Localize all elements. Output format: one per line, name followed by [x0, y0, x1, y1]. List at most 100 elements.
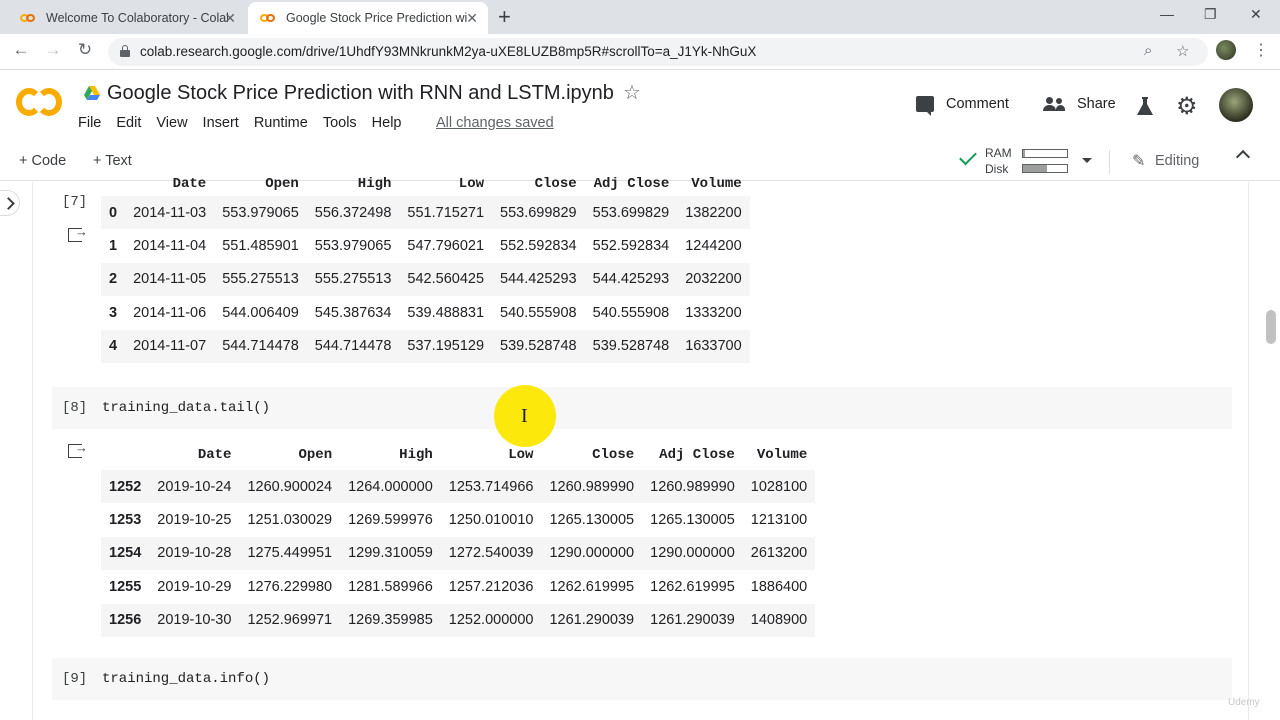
- menu-view[interactable]: View: [156, 115, 187, 135]
- window-close-icon[interactable]: ✕: [1250, 6, 1262, 23]
- menu-edit[interactable]: Edit: [116, 115, 141, 135]
- table-cell: 552.592834: [500, 238, 577, 255]
- table-row: 1256 2019-10-30 1252.969971 1269.359985 1252…: [101, 603, 816, 637]
- scrollbar-thumb[interactable]: [1266, 310, 1276, 344]
- output-icon[interactable]: [68, 440, 88, 458]
- menu-file[interactable]: File: [78, 115, 101, 135]
- share-button[interactable]: Share: [1043, 96, 1116, 112]
- ram-usage-bar[interactable]: [1022, 149, 1068, 158]
- flask-icon[interactable]: [1137, 97, 1153, 115]
- account-avatar[interactable]: [1219, 88, 1253, 122]
- disk-label: Disk: [985, 162, 1009, 176]
- table-cell: 1262.619995: [549, 578, 635, 595]
- new-tab-icon[interactable]: +: [498, 4, 511, 30]
- colab-logo[interactable]: [16, 88, 62, 116]
- table-cell: 1257.212036: [448, 578, 534, 595]
- tab-label: Welcome To Colaboratory - Colab: [46, 11, 228, 25]
- column-header: Date: [197, 447, 232, 463]
- table-row: 1252 2019-10-24 1260.900024 1264.000000 1253…: [101, 470, 816, 504]
- table-cell: 1251.030029: [247, 512, 333, 529]
- menu-runtime[interactable]: Runtime: [254, 115, 308, 135]
- cell-8-output-table: Date Open High Low Close Adj Close Volume 1252…: [101, 440, 816, 637]
- table-cell: 1252.969971: [239, 603, 341, 637]
- add-code-button[interactable]: + Code: [19, 153, 66, 169]
- cell-9-code[interactable]: training_data.info(): [102, 671, 270, 687]
- table-cell: 1408900: [742, 603, 816, 637]
- table-cell: 537.195129: [399, 329, 493, 363]
- comment-label: Comment: [946, 96, 1009, 112]
- output-icon[interactable]: [68, 224, 88, 242]
- browser-menu-icon[interactable]: ⋮: [1253, 40, 1269, 60]
- comment-button[interactable]: Comment: [916, 96, 1009, 116]
- address-bar[interactable]: colab.research.google.com/drive/1UhdfY93…: [108, 38, 1208, 66]
- cell-7-output-table: Date Open High Low Close Adj Close Volume 0 201…: [101, 172, 750, 363]
- close-tab-icon[interactable]: ✕: [224, 10, 236, 27]
- reload-icon[interactable]: ↻: [74, 40, 96, 60]
- row-index: 0: [101, 196, 126, 230]
- table-row: 0 2014-11-03 553.979065 556.372498 551.71527…: [101, 196, 750, 230]
- colab-favicon-icon: [260, 10, 276, 26]
- table-row: 1253 2019-10-25 1251.030029 1269.599976 1250…: [101, 503, 815, 536]
- table-cell: 1333200: [685, 304, 742, 321]
- settings-gear-icon[interactable]: ⚙: [1176, 92, 1198, 121]
- column-header: Close: [592, 447, 635, 463]
- close-tab-icon[interactable]: ✕: [466, 10, 478, 27]
- table-cell: 544.425293: [584, 262, 678, 297]
- bookmark-star-icon[interactable]: ☆: [1176, 42, 1189, 60]
- row-index: 4: [101, 329, 126, 363]
- browser-tab-notebook[interactable]: Google Stock Price Prediction wi ✕: [248, 2, 488, 34]
- column-header: Open: [298, 447, 333, 463]
- row-index: 1253: [109, 512, 142, 529]
- back-icon[interactable]: ←: [10, 40, 32, 60]
- menu-help[interactable]: Help: [372, 115, 402, 135]
- table-row: 1255 2019-10-29 1276.229980 1281.589966 1257…: [101, 570, 815, 603]
- table-cell: 542.560425: [399, 262, 493, 297]
- table-cell: 2014-11-04: [133, 238, 207, 255]
- table-cell: 544.425293: [492, 262, 585, 297]
- table-cell: 2613200: [742, 536, 816, 571]
- zoom-icon[interactable]: ⌕: [1144, 42, 1152, 59]
- table-cell: 2019-10-25: [157, 512, 232, 529]
- google-drive-icon: [84, 86, 100, 100]
- ram-label: RAM: [985, 146, 1012, 160]
- notebook-left-border: [32, 182, 33, 720]
- browser-tab-welcome[interactable]: Welcome To Colaboratory - Colab ✕: [8, 2, 246, 34]
- table-cell: 2019-10-28: [149, 536, 240, 571]
- tab-label: Google Stock Price Prediction wi: [286, 11, 468, 25]
- table-cell: 552.592834: [592, 238, 670, 255]
- profile-avatar[interactable]: [1216, 40, 1236, 60]
- column-header: Adj Close: [659, 447, 735, 463]
- url-text[interactable]: colab.research.google.com/drive/1UhdfY93…: [140, 44, 756, 59]
- table-row: 1 2014-11-04 551.485901 553.979065 547.79602…: [101, 229, 750, 262]
- add-text-button[interactable]: + Text: [93, 153, 132, 169]
- toolbar-divider: [1109, 150, 1110, 174]
- pencil-icon: ✎: [1132, 153, 1146, 170]
- column-header: Volume: [756, 447, 808, 463]
- table-cell: 1252.000000: [440, 603, 542, 637]
- table-cell: 540.555908: [500, 304, 577, 321]
- runtime-dropdown-icon[interactable]: [1082, 158, 1092, 163]
- table-cell: 1261.290039: [541, 603, 643, 637]
- cell-8-code[interactable]: training_data.tail(): [102, 400, 270, 416]
- table-cell: 545.387634: [314, 304, 392, 321]
- star-icon[interactable]: ☆: [623, 80, 641, 105]
- disk-usage-bar[interactable]: [1022, 164, 1068, 173]
- table-cell: 1281.589966: [348, 578, 433, 595]
- notebook-title[interactable]: Google Stock Price Prediction with RNN a…: [107, 82, 614, 105]
- column-header: High: [357, 176, 392, 192]
- menu-insert[interactable]: Insert: [203, 115, 239, 135]
- menu-tools[interactable]: Tools: [323, 115, 357, 135]
- sidebar-toggle-icon[interactable]: [0, 190, 20, 216]
- minimize-icon[interactable]: —: [1160, 6, 1174, 22]
- save-status[interactable]: All changes saved: [436, 115, 554, 131]
- table-cell: 1213100: [750, 512, 808, 529]
- table-cell: 1265.130005: [650, 512, 735, 529]
- editing-mode-label[interactable]: Editing: [1155, 153, 1199, 169]
- table-cell: 1275.449951: [239, 536, 341, 571]
- notebook-right-border: [1248, 182, 1249, 720]
- column-header: Open: [265, 176, 299, 192]
- restore-icon[interactable]: ❐: [1204, 6, 1217, 23]
- table-cell: 547.796021: [407, 238, 485, 255]
- forward-icon[interactable]: →: [42, 40, 64, 60]
- table-cell: 1260.989990: [541, 470, 643, 504]
